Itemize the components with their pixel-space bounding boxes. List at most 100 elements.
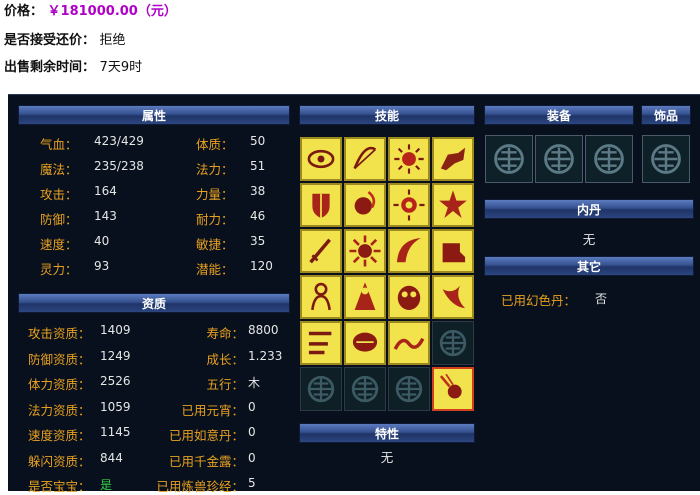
equipment-slot-1[interactable] <box>485 135 533 183</box>
aptitude-row-5-label-2: 已用如意丹： <box>168 428 244 443</box>
attributes-row-2-value-2: 51 <box>250 159 266 173</box>
empty-skill-slot <box>388 367 430 411</box>
attributes-row-6-label-2: 潜能： <box>196 262 234 277</box>
empty-slot-icon <box>494 144 524 174</box>
attributes-row-5-label-1: 速度： <box>40 237 78 252</box>
skill-slot-16[interactable] <box>432 275 474 319</box>
attributes-row-2-label-1: 魔法： <box>40 162 78 177</box>
robe-skill-icon <box>354 282 376 310</box>
attributes-row-3-label-1: 攻击： <box>40 187 78 202</box>
empty-slot-icon <box>439 329 467 357</box>
time-row: 出售剩余时间： 7天9时 <box>4 56 142 75</box>
bow-skill-icon <box>353 146 377 170</box>
equipment-slot-3[interactable] <box>585 135 633 183</box>
skill-slot-11[interactable] <box>388 229 430 273</box>
aptitude-row-1-value-1: 1409 <box>100 323 131 337</box>
skill-slot-2[interactable] <box>344 137 386 181</box>
attributes-row-2-label-2: 法力： <box>196 162 234 177</box>
traits-header: 特性 <box>299 423 475 443</box>
skill-slot-10[interactable] <box>344 229 386 273</box>
pet-detail-panel: 属性 气血： 423/429 体质： 50 魔法： 235/238 法力： 51 攻击： 164 力… <box>8 94 700 494</box>
attributes-row-2-value-1: 235/238 <box>94 159 144 173</box>
equipment-slot-2[interactable] <box>535 135 583 183</box>
neidan-value: 无 <box>582 232 596 247</box>
skill-slot-1[interactable] <box>300 137 342 181</box>
skill-slot-8[interactable] <box>432 183 474 227</box>
skill-grid <box>299 136 475 412</box>
equipment-header: 装备 <box>484 105 634 125</box>
empty-skill-slot <box>344 367 386 411</box>
sun-skill-icon <box>394 144 424 174</box>
flame-skill-icon <box>354 191 376 215</box>
skill-slot-3[interactable] <box>388 137 430 181</box>
aptitude-row-3-value-1: 2526 <box>100 374 131 388</box>
aptitude-row-7-label-1: 是否宝宝： <box>28 479 91 494</box>
time-label: 出售剩余时间： <box>4 60 96 75</box>
skill-slot-6[interactable] <box>344 183 386 227</box>
bargain-row: 是否接受还价： 拒绝 <box>4 29 126 48</box>
aptitude-row-3-label-2: 五行： <box>206 377 244 392</box>
time-value: 7天9时 <box>99 60 143 75</box>
skill-slot-12[interactable] <box>432 229 474 273</box>
empty-slot-icon <box>544 144 574 174</box>
aptitude-row-5-label-1: 速度资质： <box>28 428 91 443</box>
attributes-row-4-label-2: 耐力： <box>196 212 234 227</box>
skill-slot-9[interactable] <box>300 229 342 273</box>
spiked-sun-skill-icon <box>349 235 381 267</box>
skill-slot-14[interactable] <box>344 275 386 319</box>
skill-slot-7[interactable] <box>388 183 430 227</box>
attributes-row-6-label-1: 灵力： <box>40 262 78 277</box>
dye-used-value: 否 <box>595 292 608 306</box>
attributes-row-1-label-2: 体质： <box>196 137 234 152</box>
aptitude-row-4-value-1: 1059 <box>100 399 131 414</box>
skills-header: 技能 <box>299 105 475 125</box>
aptitude-row-1-label-1: 攻击资质： <box>28 326 91 341</box>
attributes-row-5-value-1: 40 <box>94 234 110 248</box>
accessory-slot[interactable] <box>642 135 690 183</box>
empty-slot-icon <box>594 144 624 174</box>
aptitude-row-3-value-2: 木 <box>248 376 261 390</box>
empty-slot-icon <box>651 144 681 174</box>
bargain-value: 拒绝 <box>99 33 126 48</box>
skill-slot-13[interactable] <box>300 275 342 319</box>
skill-slot-15[interactable] <box>388 275 430 319</box>
shield-skill-icon <box>312 193 330 218</box>
attributes-row-4-label-1: 防御： <box>40 212 78 227</box>
attributes-row-6-value-2: 120 <box>250 259 273 273</box>
attributes-row-5-value-2: 35 <box>250 234 266 248</box>
meteor-skill-icon <box>439 373 462 399</box>
aptitude-row-6-value-2: 0 <box>248 450 256 465</box>
aptitude-row-7-label-2: 已用炼兽珍经： <box>156 479 244 494</box>
scroll-skill-icon <box>308 331 332 355</box>
empty-skill-slot <box>432 321 474 365</box>
claw-skill-icon <box>442 285 466 309</box>
aptitude-row-4-value-2: 0 <box>248 399 256 414</box>
aptitude-row-1-label-2: 寿命： <box>206 326 244 341</box>
attributes-row-3-label-2: 力量： <box>196 187 234 202</box>
other-header: 其它 <box>484 256 694 276</box>
aptitude-row-7-value-2: 5 <box>248 476 256 490</box>
aptitude-row-6-value-1: 844 <box>100 450 123 465</box>
bargain-label: 是否接受还价： <box>4 33 96 48</box>
empty-skill-slot <box>300 367 342 411</box>
eye-skill-icon <box>307 149 335 169</box>
attributes-row-4-value-2: 46 <box>250 209 266 223</box>
attributes-row-3-value-1: 164 <box>94 184 117 198</box>
skill-slot-4[interactable] <box>432 137 474 181</box>
aptitude-row-2-label-1: 防御资质： <box>28 351 91 367</box>
horse-skill-icon <box>440 147 466 171</box>
attributes-header: 属性 <box>18 105 290 125</box>
aptitude-row-2-label-2: 成长： <box>206 351 244 367</box>
skill-slot-5[interactable] <box>300 183 342 227</box>
price-label: 价格： <box>4 4 44 19</box>
skill-slot-17[interactable] <box>300 321 342 365</box>
attributes-row-1-value-1: 423/429 <box>94 134 144 148</box>
skill-slot-18[interactable] <box>344 321 386 365</box>
skill-slot-19[interactable] <box>388 321 430 365</box>
aptitude-header: 资质 <box>18 293 290 313</box>
aptitude-row-4-label-2: 已用元宵： <box>181 402 244 418</box>
aptitude-row-5-value-2: 0 <box>248 425 256 439</box>
aptitude-row-5-value-1: 1145 <box>100 425 131 439</box>
skill-slot-24[interactable] <box>432 367 474 411</box>
empty-slot-icon <box>351 375 379 403</box>
